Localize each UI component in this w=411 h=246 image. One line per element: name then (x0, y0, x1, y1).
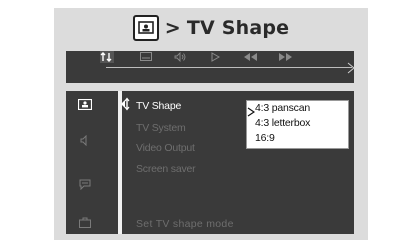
updown-cursor-icon (120, 97, 134, 111)
menu-item-tv-system[interactable]: TV System (136, 122, 186, 134)
video-setup-icon[interactable] (76, 97, 94, 111)
top-menu-bar (66, 51, 356, 83)
page-heading: > TV Shape (54, 10, 368, 46)
page-title: TV Shape (186, 17, 290, 39)
menu-item-screen-saver[interactable]: Screen saver (136, 163, 196, 175)
option-16-9[interactable]: 16:9 (255, 132, 275, 144)
option-4-3-panscan[interactable]: 4:3 panscan (255, 102, 310, 114)
menu-item-video-output[interactable]: Video Output (136, 142, 195, 154)
menu-item-tv-shape[interactable]: TV Shape (136, 100, 181, 112)
selection-pointer-icon (247, 104, 256, 117)
audio-icon[interactable] (174, 51, 186, 63)
subtitle-icon[interactable] (140, 51, 152, 63)
heading-separator: > (164, 17, 181, 39)
subtitle-setup-icon[interactable] (76, 177, 94, 191)
setup-sidebar (66, 91, 104, 234)
arrow-right-icon (346, 61, 356, 74)
tv-shape-options: 4:3 panscan 4:3 letterbox 16:9 (246, 100, 349, 149)
top-bar-divider (106, 67, 352, 68)
status-text: Set TV shape mode (136, 218, 234, 230)
audio-setup-icon[interactable] (76, 133, 94, 147)
tv-screen-icon (132, 15, 159, 41)
preference-setup-icon[interactable] (76, 215, 94, 229)
settings-panel: TV Shape TV System Video Output Screen s… (66, 91, 354, 234)
preference-icon[interactable] (100, 51, 114, 63)
menu-rail (118, 91, 122, 234)
rewind-icon[interactable] (244, 51, 257, 63)
play-icon[interactable] (211, 51, 220, 63)
option-4-3-letterbox[interactable]: 4:3 letterbox (255, 117, 310, 129)
fast-forward-icon[interactable] (279, 51, 292, 63)
